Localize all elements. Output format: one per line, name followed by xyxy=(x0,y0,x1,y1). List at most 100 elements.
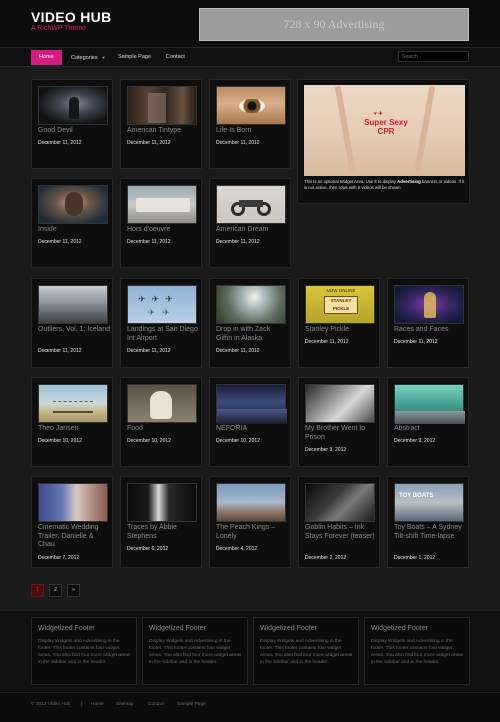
video-title[interactable]: Hors d'oeuvre xyxy=(127,226,199,235)
video-card[interactable]: Abstract December 9, 2012 xyxy=(387,377,469,467)
video-title[interactable]: Cinematic Wedding Trailer: Danielle & Ch… xyxy=(38,524,110,550)
video-card[interactable]: Outliers, Vol. 1: Iceland December 11, 2… xyxy=(31,278,113,368)
search-input[interactable] xyxy=(398,51,469,62)
video-thumbnail[interactable] xyxy=(38,384,108,423)
video-title[interactable]: Toy Boats – A Sydney Tilt-shift Time-lap… xyxy=(394,524,466,541)
pagination-page-2[interactable]: 2 xyxy=(49,584,62,597)
video-card[interactable]: Races and Faces December 11, 2012 xyxy=(387,278,469,368)
video-thumbnail[interactable] xyxy=(127,384,197,423)
video-date: December 11, 2012 xyxy=(127,140,171,146)
video-card[interactable]: ✈✈✈ ✈✈ Landings at San Diego Int Airport… xyxy=(120,278,202,368)
nav-sample-page[interactable]: Sample Page xyxy=(110,50,159,65)
video-card[interactable]: Hors d'oeuvre December 11, 2012 xyxy=(120,178,202,268)
video-card[interactable]: Goblin Habits – Ink Stays Forever (tease… xyxy=(298,476,380,568)
video-thumbnail[interactable] xyxy=(216,384,287,424)
video-date: December 9, 2012 xyxy=(394,438,436,444)
heart-icon: ♥ ✚ xyxy=(374,111,383,117)
video-title[interactable]: Good Devil xyxy=(38,127,110,136)
video-thumbnail[interactable]: NOW ONLINE STANLEY PICKLE xyxy=(305,285,375,324)
video-thumbnail[interactable]: TOY BOATS xyxy=(394,483,464,522)
widget-text-bold: Advertising xyxy=(397,179,421,184)
video-card[interactable]: NEFORIA December 10, 2012 xyxy=(209,377,291,467)
video-thumbnail[interactable] xyxy=(216,86,286,125)
thumb-caption-top: NOW ONLINE xyxy=(326,288,356,293)
video-card[interactable]: TOY BOATS Toy Boats – A Sydney Tilt-shif… xyxy=(387,476,469,568)
video-title[interactable]: Drop in with Zack Giffin in Alaska xyxy=(216,326,288,343)
video-date: December 11, 2012 xyxy=(38,239,82,245)
video-date: December 11, 2012 xyxy=(216,239,260,245)
video-card[interactable]: American Dream December 11, 2012 xyxy=(209,178,291,268)
video-thumbnail[interactable]: ✈✈✈ ✈✈ xyxy=(127,285,197,324)
video-title[interactable]: My Brother Went to Prison xyxy=(305,425,377,442)
nav-contact-label: Contact xyxy=(166,54,185,60)
video-date: December 11, 2012 xyxy=(38,140,82,146)
video-title[interactable]: Abstract xyxy=(394,425,466,434)
video-thumbnail[interactable] xyxy=(38,185,108,224)
video-title[interactable]: Outliers, Vol. 1: Iceland xyxy=(38,326,110,335)
video-title[interactable]: NEFORIA xyxy=(216,425,288,434)
video-title[interactable]: Traces by Abbie Stephens xyxy=(127,524,199,541)
video-card[interactable]: Good Devil December 11, 2012 xyxy=(31,79,113,169)
pagination-next[interactable]: » xyxy=(67,584,80,597)
video-title[interactable]: Theo Jansen xyxy=(38,425,110,434)
video-thumbnail[interactable] xyxy=(394,285,464,324)
nav-categories[interactable]: Categories ▼ xyxy=(63,50,114,65)
video-thumbnail[interactable] xyxy=(216,285,286,324)
video-thumbnail[interactable] xyxy=(216,185,286,224)
site-header: VIDEO HUB A RichWP Theme 728 x 90 Advert… xyxy=(0,0,500,47)
pagination-page-1[interactable]: 1 xyxy=(31,584,44,597)
video-thumbnail[interactable] xyxy=(216,483,286,522)
widget-ad-title-line2: CPR xyxy=(377,127,395,136)
video-title[interactable]: American Dream xyxy=(216,226,288,235)
video-thumbnail[interactable] xyxy=(394,384,465,424)
video-thumbnail[interactable] xyxy=(38,285,108,324)
video-card[interactable]: Life Is Born December 11, 2012 xyxy=(209,79,291,169)
video-thumbnail[interactable] xyxy=(305,384,375,423)
video-date: December 7, 2012 xyxy=(38,555,80,561)
footer-widget: Widgetized Footer Display Widgets and Ad… xyxy=(142,617,248,685)
video-card[interactable]: Drop in with Zack Giffin in Alaska Decem… xyxy=(209,278,291,368)
video-card[interactable]: Food December 10, 2012 xyxy=(120,377,202,467)
video-thumbnail[interactable] xyxy=(127,185,197,224)
video-title[interactable]: Inside xyxy=(38,226,110,235)
video-title[interactable]: Food xyxy=(127,425,199,434)
video-thumbnail[interactable] xyxy=(305,483,375,522)
video-thumbnail[interactable] xyxy=(127,483,197,522)
nav-contact[interactable]: Contact xyxy=(158,50,193,65)
header-ad-banner[interactable]: 728 x 90 Advertising xyxy=(199,8,469,41)
video-title[interactable]: Goblin Habits – Ink Stays Forever (tease… xyxy=(305,524,377,541)
video-date: December 11, 2012 xyxy=(127,239,171,245)
video-thumbnail[interactable] xyxy=(38,86,108,125)
footer-widget-title: Widgetized Footer xyxy=(38,625,95,632)
video-thumbnail[interactable] xyxy=(38,483,108,522)
video-card[interactable]: NOW ONLINE STANLEY PICKLE Stanley Pickle… xyxy=(298,278,380,368)
site-logo[interactable]: VIDEO HUB xyxy=(31,9,112,25)
footer-link-home[interactable]: Home xyxy=(91,702,104,707)
video-title[interactable]: American Tintype xyxy=(127,127,199,136)
video-thumbnail[interactable] xyxy=(127,86,197,125)
video-card[interactable]: Theo Jansen December 10, 2012 xyxy=(31,377,113,467)
footer-link-sitemap[interactable]: Sitemap xyxy=(116,702,134,707)
footer-link-sample-page[interactable]: Sample Page xyxy=(177,702,206,707)
video-title[interactable]: Stanley Pickle xyxy=(305,326,377,335)
video-card[interactable]: Inside December 11, 2012 xyxy=(31,178,113,268)
widget-ad-image[interactable]: ♥ ✚ Super Sexy CPR xyxy=(304,85,465,176)
video-date: December 10, 2012 xyxy=(38,438,82,444)
bottom-divider: | xyxy=(81,702,83,707)
nav-home[interactable]: Home xyxy=(31,50,62,65)
footer-widget: Widgetized Footer Display Widgets and Ad… xyxy=(253,617,359,685)
video-card[interactable]: The Peach Kings – Lonely December 4, 201… xyxy=(209,476,291,568)
video-title[interactable]: Races and Faces xyxy=(394,326,466,335)
video-card[interactable]: My Brother Went to Prison December 9, 20… xyxy=(298,377,380,467)
main-navigation: Home Categories ▼ Sample Page Contact xyxy=(0,47,500,66)
video-card[interactable]: Traces by Abbie Stephens December 6, 201… xyxy=(120,476,202,568)
video-title[interactable]: Landings at San Diego Int Airport xyxy=(127,326,199,343)
video-card[interactable]: Cinematic Wedding Trailer: Danielle & Ch… xyxy=(31,476,113,568)
copyright-text: © 2012 Video Hub xyxy=(31,702,71,707)
footer-link-contact[interactable]: Contact xyxy=(148,702,165,707)
video-title[interactable]: Life Is Born xyxy=(216,127,288,136)
video-date: December 11, 2012 xyxy=(216,140,260,146)
video-card[interactable]: American Tintype December 11, 2012 xyxy=(120,79,202,169)
footer-widget: Widgetized Footer Display Widgets and Ad… xyxy=(31,617,137,685)
video-title[interactable]: The Peach Kings – Lonely xyxy=(216,524,288,541)
